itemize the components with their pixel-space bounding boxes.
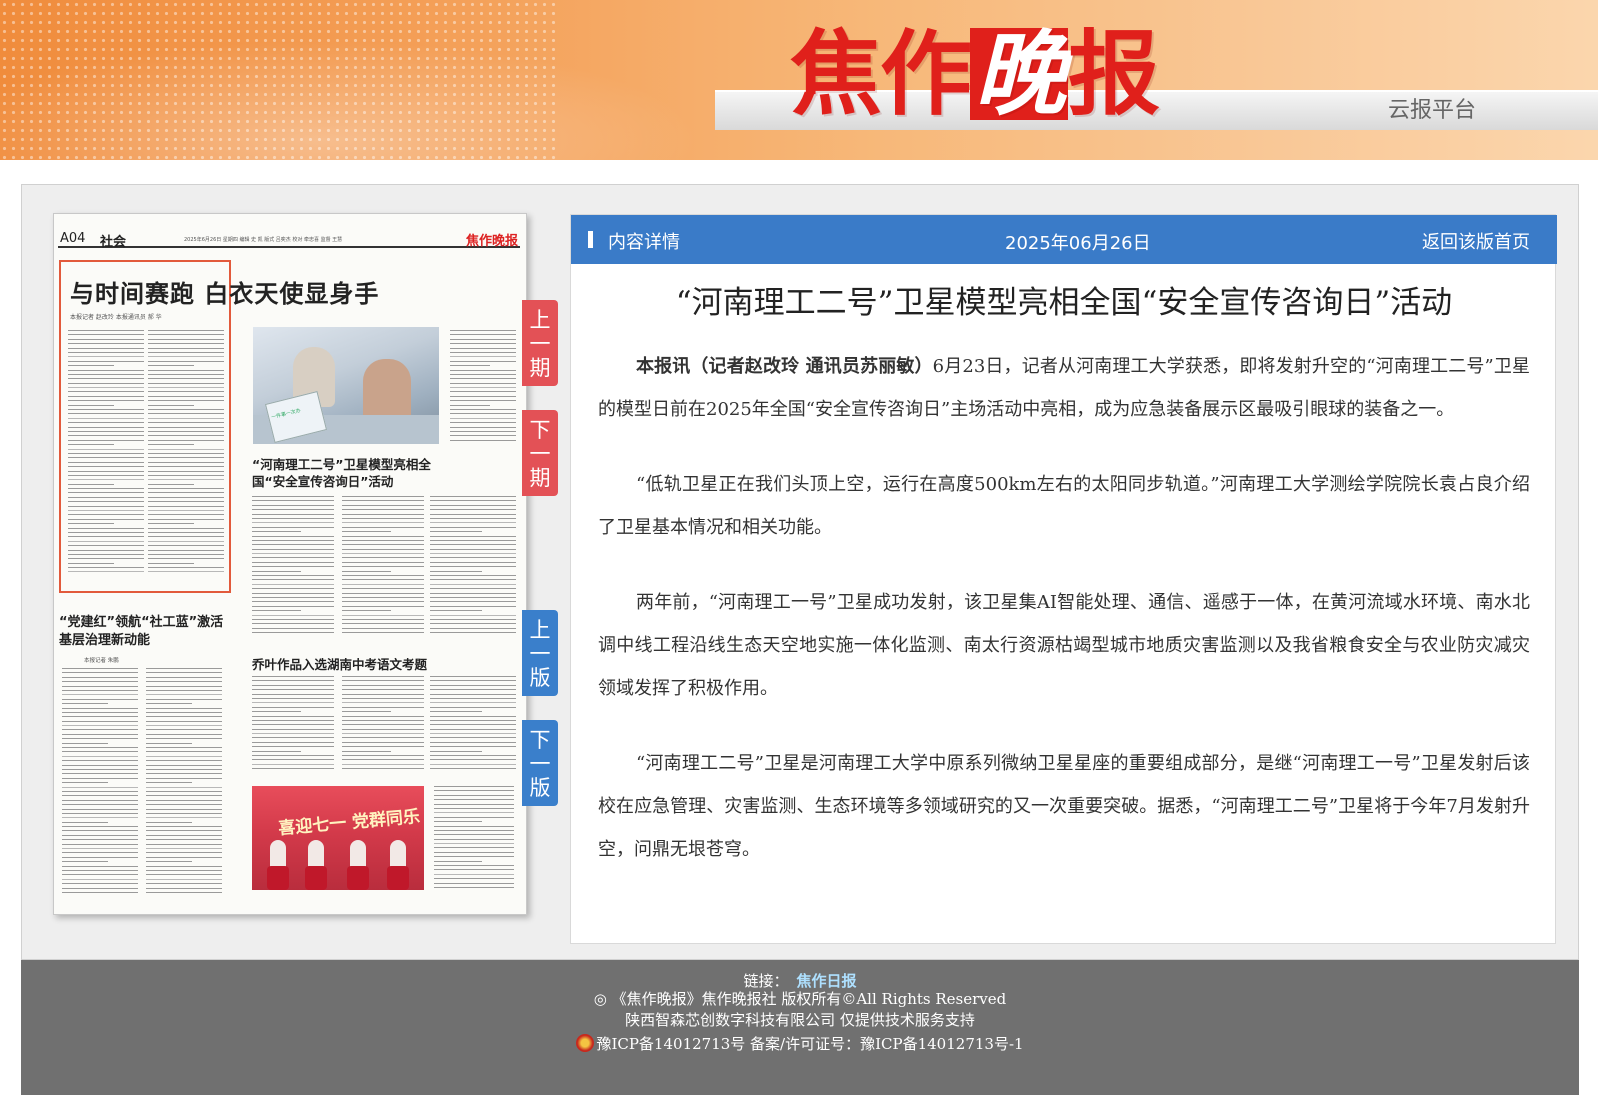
page-meta: 2025年6月26日 星期四 编辑 史 凯 版式 吕奕杰 校对 牵忠喜 监督 王… [184, 237, 343, 243]
paper-photo-service-hall[interactable]: 一件事一次办 [253, 327, 439, 444]
prev-page-button[interactable]: 上一版 [522, 610, 558, 696]
site-footer: 链接： 焦作日报 ◎ 《焦作晚报》焦作晚报社 版权所有©All Rights Re… [21, 960, 1579, 1095]
paper-photo1-caption-text [450, 330, 516, 446]
article-title: “河南理工二号”卫星模型亮相全国“安全宣传咨询日”活动 [675, 285, 1453, 321]
next-page-button[interactable]: 下一版 [522, 720, 558, 806]
paper-photo2-caption-text [434, 786, 514, 890]
paper-text-col-3 [252, 496, 334, 638]
logo-char-1: 焦 [790, 20, 882, 128]
paper-mini-logo: 焦作晚报 [465, 234, 518, 249]
article-panel: 内容详情 2025年06月26日 返回该版首页 “河南理工二号”卫星模型亮相全国… [570, 214, 1557, 944]
article-paragraph-1: 本报讯（记者赵改玲 通讯员苏丽敏）6月23日，记者从河南理工大学获悉，即将发射升… [598, 356, 1530, 420]
article-paragraph-2: “低轨卫星正在我们头顶上空，运行在高度500km左右的太阳同步轨道。”河南理工大… [598, 474, 1530, 538]
header-swoosh [0, 40, 700, 160]
paper-text-col-4 [342, 496, 424, 638]
article-date: 2025年06月26日 [1005, 233, 1151, 254]
newspaper-page[interactable]: A04 社会 2025年6月26日 星期四 编辑 史 凯 版式 吕奕杰 校对 牵… [53, 213, 527, 915]
back-to-page-link[interactable]: 返回该版首页 [1422, 228, 1530, 254]
prev-issue-button[interactable]: 上一期 [522, 300, 558, 386]
photo-banner: 喜迎七一 党群同乐 [277, 806, 421, 840]
footer-icp-text[interactable]: 豫ICP备14012713号 备案/许可证号：豫ICP备14012713号-1 [596, 1035, 1023, 1053]
page-section: 社会 [100, 235, 127, 250]
next-issue-button[interactable]: 下一期 [522, 410, 558, 496]
article-body: 本报讯（记者赵改玲 通讯员苏丽敏）6月23日，记者从河南理工大学获悉，即将发射升… [598, 345, 1530, 903]
site-header: 焦 作 晚 报 云报平台 [0, 0, 1598, 160]
footer-tech-support: 陕西智森芯创数字科技有限公司 仅提供技术服务支持 [625, 1011, 975, 1029]
paper-text-col-9 [342, 676, 424, 776]
paper-text-col-2 [148, 330, 224, 580]
page-number: A04 [60, 231, 86, 246]
article-lead: 本报讯（记者赵改玲 通讯员苏丽敏） [636, 356, 933, 377]
footer-icp: 豫ICP备14012713号 备案/许可证号：豫ICP备14012713号-1 [21, 1033, 1579, 1054]
paper-headline-qiaoye[interactable]: 乔叶作品入选湖南中考语文考题 [252, 654, 427, 673]
logo-char-3: 晚 [970, 28, 1069, 120]
article-bar-label: 内容详情 [608, 232, 680, 253]
article-header-bar: 内容详情 2025年06月26日 返回该版首页 [571, 215, 1557, 264]
paper-text-col-7 [146, 668, 222, 902]
paper-text-col-8 [252, 676, 334, 776]
paper-photo-dance[interactable]: 喜迎七一 党群同乐 [252, 786, 424, 890]
footer-copyright: ◎ 《焦作晚报》焦作晚报社 版权所有©All Rights Reserved [593, 990, 1007, 1008]
paper-headline-satellite[interactable]: “河南理工二号”卫星模型亮相全国“安全宣传咨询日”活动 [252, 456, 452, 490]
article-paragraph-4: “河南理工二号”卫星是河南理工大学中原系列微纳卫星星座的重要组成部分，是继“河南… [598, 753, 1530, 860]
article-paragraph-3: 两年前，“河南理工一号”卫星成功发射，该卫星集AI智能处理、通信、遥感于一体，在… [598, 592, 1530, 699]
platform-label: 云报平台 [1388, 98, 1477, 123]
paper-byline-1: 本报记者 赵改玲 本报通讯员 郝 华 [70, 314, 162, 321]
logo-char-2: 作 [880, 20, 972, 128]
police-badge-icon [576, 1034, 595, 1052]
paper-text-col-10 [430, 676, 516, 776]
bar-marker-icon [588, 231, 593, 248]
paper-byline-2: 本报记者 朱鹏 [84, 658, 119, 664]
site-logo[interactable]: 焦 作 晚 报 [790, 18, 1160, 130]
paper-text-col-5 [430, 496, 516, 638]
logo-char-4: 报 [1068, 20, 1160, 128]
paper-headline-1: 与时间赛跑 白衣天使显身手 [70, 279, 380, 308]
paper-text-col-1 [68, 330, 144, 580]
paper-text-col-6 [62, 668, 138, 902]
paper-headline-party[interactable]: “党建红”领航“社工蓝”激活基层治理新动能 [59, 614, 229, 650]
